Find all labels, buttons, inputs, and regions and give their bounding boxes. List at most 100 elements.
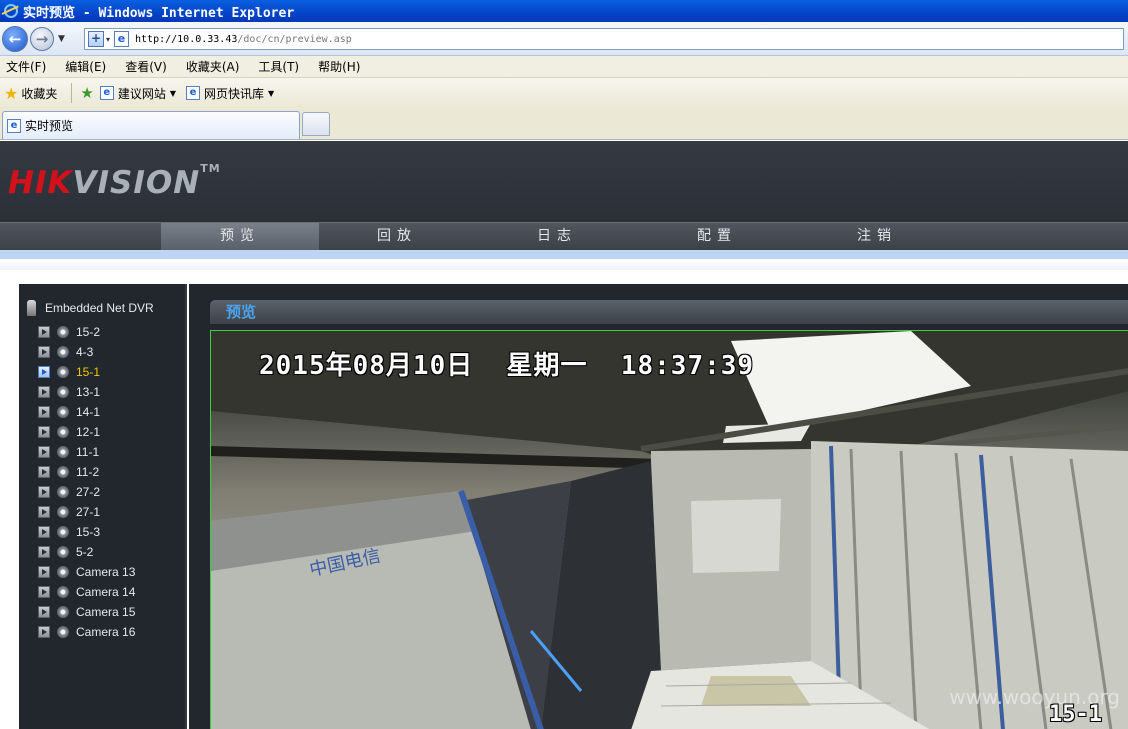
- camera-item[interactable]: 4-3: [38, 342, 135, 362]
- camera-label: 13-1: [76, 385, 101, 399]
- chevron-down-icon: ▼: [268, 88, 275, 98]
- camera-status-icon: [57, 346, 69, 358]
- play-toggle-icon[interactable]: [38, 546, 50, 558]
- camera-item[interactable]: 11-1: [38, 442, 135, 462]
- camera-label: 15-3: [76, 525, 101, 539]
- favorites-bar: ★ 收藏夹 ★ e 建议网站 ▼ e 网页快讯库 ▼: [0, 78, 1128, 108]
- star-icon: ★: [4, 83, 19, 103]
- camera-label: 27-2: [76, 485, 101, 499]
- hikvision-logo: HIKVISIONTM: [8, 162, 221, 201]
- play-toggle-icon[interactable]: [38, 346, 50, 358]
- main-nav: 预览 回放 日志 配置 注销: [0, 222, 1128, 250]
- menu-item[interactable]: 帮助(H): [318, 58, 360, 75]
- camera-item[interactable]: 15-1: [38, 362, 135, 382]
- camera-item[interactable]: 11-2: [38, 462, 135, 482]
- fav-link-suggested-sites[interactable]: e 建议网站 ▼: [99, 85, 176, 102]
- camera-item[interactable]: 27-1: [38, 502, 135, 522]
- tree-root-dvr[interactable]: Embedded Net DVR: [27, 300, 154, 316]
- nav-tab[interactable]: 预览: [161, 223, 319, 250]
- preview-title: 预览: [210, 300, 1128, 324]
- play-toggle-icon[interactable]: [38, 406, 50, 418]
- osd-camera-name: 15-1: [1049, 702, 1102, 727]
- camera-item[interactable]: 12-1: [38, 422, 135, 442]
- play-toggle-icon[interactable]: [38, 606, 50, 618]
- osd-timestamp: 2015年08月10日 星期一 18:37:39: [259, 351, 755, 381]
- menu-item[interactable]: 文件(F): [6, 58, 46, 75]
- forward-arrow-icon[interactable]: →: [30, 27, 54, 51]
- app-header: HIKVISIONTM: [0, 141, 1128, 222]
- ie-logo-icon: [4, 4, 18, 18]
- camera-status-icon: [57, 366, 69, 378]
- menu-item[interactable]: 编辑(E): [65, 58, 106, 75]
- camera-label: Camera 15: [76, 605, 136, 619]
- security-shield-icon[interactable]: +: [88, 31, 104, 47]
- play-toggle-icon[interactable]: [38, 566, 50, 578]
- play-toggle-icon[interactable]: [38, 586, 50, 598]
- camera-item[interactable]: 15-2: [38, 322, 135, 342]
- camera-item[interactable]: Camera 15: [38, 602, 135, 622]
- video-feed[interactable]: 中国电信 2015年08月10日 星期一 18:37:39 www.wooyun…: [210, 330, 1128, 729]
- camera-item[interactable]: 15-3: [38, 522, 135, 542]
- nav-tab[interactable]: 日志: [478, 223, 636, 250]
- nav-tab[interactable]: 注销: [798, 223, 956, 250]
- fav-link-web-slice[interactable]: e 网页快讯库 ▼: [185, 85, 275, 102]
- favorites-label: 收藏夹: [21, 86, 58, 101]
- camera-label: 11-2: [76, 465, 100, 479]
- camera-status-icon: [57, 386, 69, 398]
- play-toggle-icon[interactable]: [38, 526, 50, 538]
- history-dropdown-icon[interactable]: ▼: [58, 34, 65, 44]
- camera-item[interactable]: 13-1: [38, 382, 135, 402]
- play-toggle-icon[interactable]: [38, 426, 50, 438]
- camera-label: 27-1: [76, 505, 101, 519]
- camera-label: 15-1: [76, 365, 101, 379]
- favorites-button[interactable]: ★ 收藏夹: [4, 84, 57, 103]
- device-tree-panel: Embedded Net DVR 15-2 4-3 15-1 13-1 14-1 12-1…: [19, 284, 187, 729]
- camera-status-icon: [57, 606, 69, 618]
- nav-tab[interactable]: 回放: [318, 223, 476, 250]
- camera-label: Camera 14: [76, 585, 136, 599]
- camera-item[interactable]: 14-1: [38, 402, 135, 422]
- header-band: [0, 250, 1128, 270]
- nav-tab[interactable]: 配置: [638, 223, 796, 250]
- camera-item[interactable]: 27-2: [38, 482, 135, 502]
- camera-status-icon: [57, 466, 69, 478]
- camera-status-icon: [57, 626, 69, 638]
- camera-label: Camera 13: [76, 565, 136, 579]
- camera-status-icon: [57, 586, 69, 598]
- play-toggle-icon[interactable]: [38, 366, 50, 378]
- address-field[interactable]: + ▾ e http://10.0.33.43/doc/cn/preview.a…: [84, 28, 1124, 50]
- add-favorite-icon[interactable]: ★: [80, 84, 93, 102]
- camera-label: 12-1: [76, 425, 101, 439]
- url-text[interactable]: http://10.0.33.43/doc/cn/preview.asp: [135, 34, 352, 45]
- dvr-icon: [27, 300, 36, 316]
- new-tab-button[interactable]: [302, 112, 330, 136]
- camera-item[interactable]: Camera 16: [38, 622, 135, 642]
- camera-label: Camera 16: [76, 625, 136, 639]
- back-arrow-icon[interactable]: ←: [2, 26, 28, 52]
- camera-item[interactable]: Camera 14: [38, 582, 135, 602]
- chevron-down-icon: ▼: [169, 88, 176, 98]
- ie-page-icon: e: [7, 118, 21, 133]
- play-toggle-icon[interactable]: [38, 326, 50, 338]
- menu-item[interactable]: 工具(T): [258, 58, 299, 75]
- camera-status-icon: [57, 446, 69, 458]
- play-toggle-icon[interactable]: [38, 486, 50, 498]
- play-toggle-icon[interactable]: [38, 466, 50, 478]
- play-toggle-icon[interactable]: [38, 446, 50, 458]
- tab-live-preview[interactable]: e 实时预览: [2, 111, 300, 139]
- camera-status-icon: [57, 426, 69, 438]
- play-toggle-icon[interactable]: [38, 386, 50, 398]
- camera-label: 4-3: [76, 345, 94, 359]
- play-toggle-icon[interactable]: [38, 626, 50, 638]
- menu-item[interactable]: 查看(V): [125, 58, 167, 75]
- camera-item[interactable]: Camera 13: [38, 562, 135, 582]
- menu-item[interactable]: 收藏夹(A): [186, 58, 240, 75]
- ie-page-icon: e: [185, 86, 200, 100]
- camera-label: 5-2: [76, 545, 94, 559]
- tab-strip: e 实时预览: [0, 108, 1128, 140]
- camera-label: 14-1: [76, 405, 101, 419]
- camera-item[interactable]: 5-2: [38, 542, 135, 562]
- camera-status-icon: [57, 566, 69, 578]
- play-toggle-icon[interactable]: [38, 506, 50, 518]
- chevron-down-icon[interactable]: ▾: [106, 35, 110, 44]
